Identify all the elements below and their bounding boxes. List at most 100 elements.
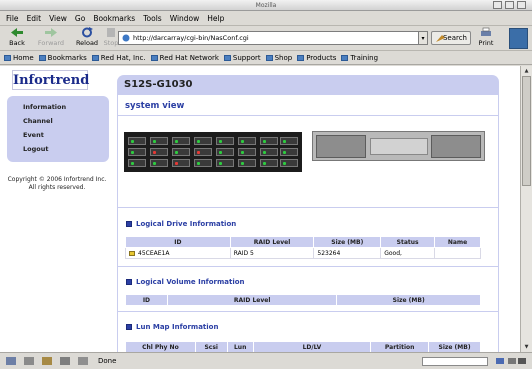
close-button[interactable] [517, 1, 526, 9]
back-button[interactable]: Back [6, 27, 28, 47]
system-view-title: system view [125, 101, 185, 111]
nav-logout[interactable]: Logout [23, 145, 109, 159]
forward-arrow-icon [45, 28, 57, 37]
folder-icon [297, 54, 305, 61]
bookmark-redhat-network[interactable]: Red Hat Network [150, 54, 219, 62]
nav-event[interactable]: Event [23, 131, 109, 145]
url-input[interactable]: http://darcarray/cgi-bin/NasConf.cgi [118, 31, 428, 45]
column-header: Name [434, 236, 481, 248]
expand-icon [126, 279, 132, 285]
page-icon [122, 34, 130, 42]
search-icon [436, 35, 445, 42]
column-header: ID [125, 294, 168, 306]
component-bar-icons[interactable] [6, 356, 92, 366]
logical-volume-table: ID RAID Level Size (MB) [125, 294, 481, 306]
menu-file[interactable]: File [6, 14, 19, 23]
expand-icon [126, 324, 132, 330]
menu-tools[interactable]: Tools [143, 14, 161, 23]
bookmark-link-icon [91, 54, 99, 61]
column-header: Status [380, 236, 436, 248]
status-bar: Done [0, 352, 532, 369]
status-text: Done [98, 357, 117, 365]
window-title: Mozilla [255, 2, 277, 9]
column-header: RAID Level [166, 294, 338, 306]
column-header: Size (MB) [428, 341, 481, 352]
column-header: Partition [370, 341, 430, 352]
stop-icon [107, 28, 115, 37]
home-icon [4, 54, 11, 61]
nav-information[interactable]: Information [23, 103, 109, 117]
stop-button[interactable]: Stop [103, 27, 119, 47]
table-cell [434, 247, 481, 259]
print-button[interactable]: Print [476, 27, 496, 47]
title-bar: Mozilla [0, 0, 532, 11]
scrollbar-thumb[interactable] [522, 76, 531, 186]
column-header: Lun [226, 341, 254, 352]
search-button[interactable]: Search [431, 31, 471, 45]
vertical-scrollbar[interactable]: ▲ ▼ [520, 66, 532, 352]
menu-bookmarks[interactable]: Bookmarks [93, 14, 135, 23]
scroll-up-icon[interactable]: ▲ [522, 67, 531, 75]
bookmark-shop[interactable]: Shop [265, 54, 292, 62]
nav-channel[interactable]: Channel [23, 117, 109, 131]
menu-window[interactable]: Window [170, 14, 200, 23]
folder-icon [223, 54, 231, 61]
folder-icon [341, 54, 349, 61]
folder-icon [265, 54, 273, 61]
navigation-toolbar: Back Forward Reload Stop http://darcarra… [0, 26, 532, 51]
table-cell: 523264 [313, 247, 382, 259]
bookmark-support[interactable]: Support [223, 54, 261, 62]
divider [118, 266, 498, 267]
logical-drive-table: ID RAID Level Size (MB) Status Name 45CE… [125, 236, 481, 259]
back-arrow-icon [11, 28, 23, 37]
minimize-button[interactable] [493, 1, 502, 9]
table-cell: Good, [380, 247, 436, 259]
bookmark-bookmarks[interactable]: Bookmarks [38, 54, 87, 62]
table-row: 45CEAE1A RAID 5 523264 Good, [125, 247, 481, 259]
scroll-down-icon[interactable]: ▼ [522, 343, 531, 351]
reload-button[interactable]: Reload [73, 27, 101, 47]
menu-edit[interactable]: Edit [27, 14, 42, 23]
logical-volume-heading[interactable]: Logical Volume Information [126, 278, 245, 286]
bookmark-training[interactable]: Training [341, 54, 378, 62]
browser-window: Mozilla File Edit View Go Bookmarks Tool… [0, 0, 532, 369]
url-dropdown-button[interactable]: ▾ [418, 31, 428, 45]
menu-go[interactable]: Go [75, 14, 85, 23]
maximize-button[interactable] [505, 1, 514, 9]
security-lock-icon [496, 358, 526, 364]
printer-icon [481, 27, 491, 36]
expand-icon [126, 221, 132, 227]
reload-icon [82, 27, 93, 38]
bookmarks-icon [38, 54, 46, 61]
bookmarks-toolbar: Home Bookmarks Red Hat, Inc. Red Hat Net… [0, 51, 532, 65]
controller-module [370, 138, 428, 155]
lun-map-table: Chl Phy No Scsi Lun LD/LV Partition Size… [125, 341, 481, 352]
bookmark-home[interactable]: Home [4, 54, 34, 62]
page-content: Infortrend Information Channel Event Log… [0, 66, 520, 352]
column-header: Size (MB) [313, 236, 382, 248]
column-header: LD/LV [252, 341, 372, 352]
bookmark-products[interactable]: Products [297, 54, 336, 62]
menu-help[interactable]: Help [207, 14, 224, 23]
enclosure-rear-image [312, 131, 485, 161]
table-cell[interactable]: 45CEAE1A [125, 247, 231, 259]
divider [118, 311, 498, 312]
menu-bar: File Edit View Go Bookmarks Tools Window… [0, 11, 532, 26]
menu-view[interactable]: View [49, 14, 67, 23]
progress-bar [422, 357, 488, 366]
bookmark-link-icon [150, 54, 158, 61]
model-header: S12S-G1030 [117, 75, 499, 95]
drive-icon [129, 250, 135, 256]
logical-drive-heading[interactable]: Logical Drive Information [126, 220, 236, 228]
divider [118, 207, 498, 208]
copyright-text: Copyright © 2006 Infortrend Inc. All rig… [7, 176, 107, 191]
psu-module [431, 135, 481, 158]
divider [118, 115, 498, 116]
table-cell: RAID 5 [229, 247, 315, 259]
column-header: Chl Phy No [125, 341, 196, 352]
infortrend-logo: Infortrend [12, 70, 89, 90]
lun-map-heading[interactable]: Lun Map Information [126, 323, 218, 331]
bookmark-redhat[interactable]: Red Hat, Inc. [91, 54, 146, 62]
throbber-icon [509, 28, 528, 49]
forward-button[interactable]: Forward [36, 27, 66, 47]
